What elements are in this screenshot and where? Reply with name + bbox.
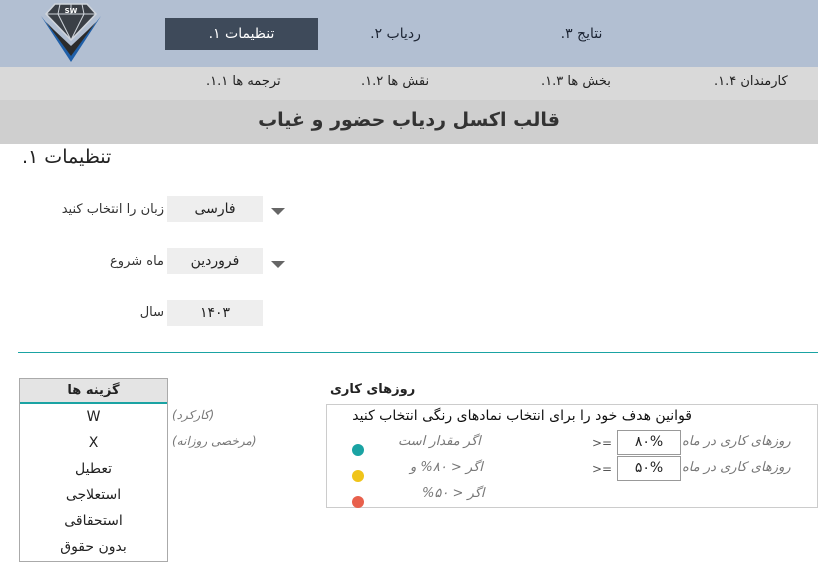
option-note-workday: (کارکرد) <box>172 408 215 422</box>
list-item[interactable]: استعلاجی <box>20 482 167 508</box>
app-logo: SW <box>41 3 101 62</box>
tab-tracker[interactable]: ردیاب ۲. <box>319 18 472 50</box>
language-select[interactable]: فارسی <box>167 196 263 222</box>
working-days-title: روزهای کاری <box>330 382 416 397</box>
rule-value-input[interactable]: ۸۰% <box>617 430 681 455</box>
rule-operator: >= <box>592 436 613 450</box>
yellow-dot-icon <box>352 470 364 482</box>
tab-settings[interactable]: تنظیمات ۱. <box>165 18 318 50</box>
rule-value-input[interactable]: ۵۰% <box>617 456 681 481</box>
subtab-employees[interactable]: کارمندان ۱.۴. <box>714 67 788 100</box>
tab-results[interactable]: نتایج ۳. <box>505 18 658 50</box>
subtab-departments[interactable]: بخش ها ۱.۳. <box>541 67 611 100</box>
rule-label: روزهای کاری در ماه <box>682 460 791 475</box>
sub-navigation: ترجمه ها ۱.۱. نقش ها ۱.۲. بخش ها ۱.۳. کا… <box>0 67 818 100</box>
logo-text: SW <box>65 7 78 15</box>
list-item[interactable]: تعطیل <box>20 456 167 482</box>
start-month-select[interactable]: فروردین <box>167 248 263 274</box>
green-dot-icon <box>352 444 364 456</box>
section-divider <box>18 352 818 353</box>
rule-condition: اگر < ۵۰% <box>422 486 485 501</box>
working-days-instruction: قوانین هدف خود را برای انتخاب نمادهای رن… <box>352 408 692 424</box>
rule-condition: اگر مقدار است <box>398 434 481 449</box>
subtab-translations[interactable]: ترجمه ها ۱.۱. <box>206 67 281 100</box>
options-list: گزینه ها W X تعطیل استعلاجی استحقاقی بدو… <box>19 378 168 562</box>
list-item[interactable]: بدون حقوق <box>20 534 167 560</box>
start-month-label: ماه شروع <box>110 254 164 269</box>
options-header: گزینه ها <box>20 379 167 404</box>
list-item[interactable]: استحقاقی <box>20 508 167 534</box>
page-title: قالب اکسل ردیاب حضور و غیاب <box>258 109 560 131</box>
year-label: سال <box>139 305 164 320</box>
chevron-down-icon[interactable] <box>271 261 285 268</box>
section-heading: تنظیمات ۱. <box>22 146 112 168</box>
list-item[interactable]: X <box>20 430 167 456</box>
top-navigation: SW تنظیمات ۱. ردیاب ۲. نتایج ۳. <box>0 0 818 67</box>
title-bar: قالب اکسل ردیاب حضور و غیاب <box>0 100 818 144</box>
rule-condition: اگر < ۸۰% و <box>410 460 483 475</box>
chevron-down-icon[interactable] <box>271 208 285 215</box>
rule-operator: >= <box>592 462 613 476</box>
year-input[interactable]: ۱۴۰۳ <box>167 300 263 326</box>
list-item[interactable]: W <box>20 404 167 430</box>
red-dot-icon <box>352 496 364 508</box>
rule-label: روزهای کاری در ماه <box>682 434 791 449</box>
subtab-roles[interactable]: نقش ها ۱.۲. <box>361 67 429 100</box>
option-note-daily-leave: (مرخصی روزانه) <box>172 434 257 448</box>
language-label: زبان را انتخاب کنید <box>61 202 164 217</box>
